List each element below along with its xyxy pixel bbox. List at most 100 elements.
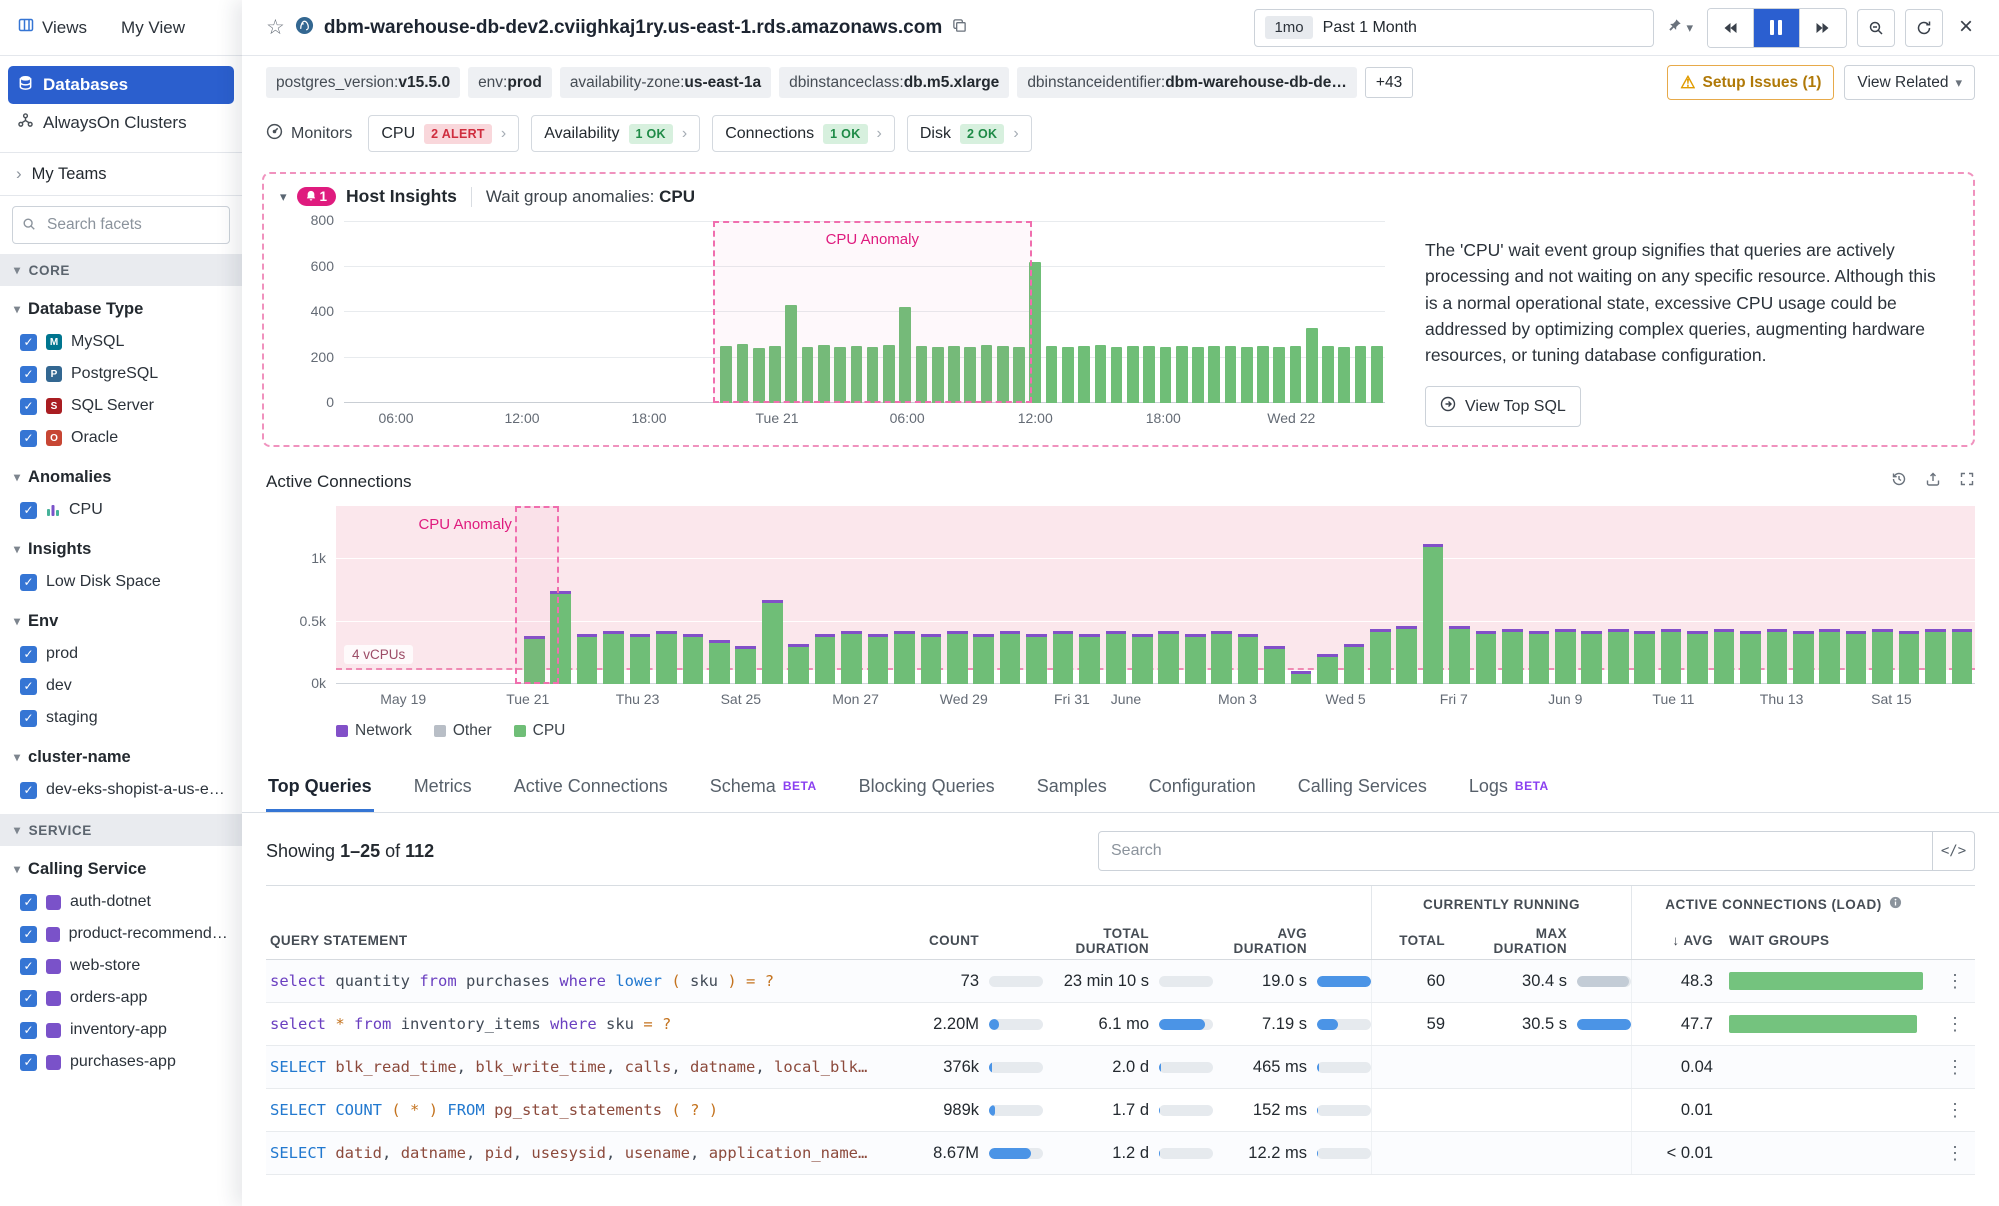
sidebar-item-alwayson-clusters[interactable]: AlwaysOn Clusters (8, 104, 234, 142)
table-row[interactable]: SELECT datid, datname, pid, usesysid, us… (266, 1132, 1975, 1175)
checkbox-checked[interactable]: ✓ (20, 990, 37, 1007)
export-icon[interactable] (1925, 471, 1941, 492)
facet-item-low-disk-space[interactable]: ✓Low Disk Space (0, 566, 242, 598)
facet-item-cpu[interactable]: ✓CPU (0, 494, 242, 526)
close-icon[interactable]: × (1953, 13, 1975, 43)
query-statement[interactable]: SELECT blk_read_time, blk_write_time, ca… (266, 1058, 903, 1076)
sidebar-item-my-teams[interactable]: › My Teams (0, 152, 242, 196)
facet-group-header[interactable]: ▾Env (0, 604, 242, 638)
monitor-pill-cpu[interactable]: CPU2 ALERT› (368, 115, 519, 152)
checkbox-checked[interactable]: ✓ (20, 334, 37, 351)
tab-samples[interactable]: Samples (1035, 762, 1109, 812)
copy-icon[interactable] (952, 18, 967, 38)
facet-item-inventory-app[interactable]: ✓inventory-app (0, 1014, 242, 1046)
tab-schema[interactable]: SchemaBETA (708, 762, 819, 812)
monitor-pill-availability[interactable]: Availability1 OK› (531, 115, 700, 152)
checkbox-checked[interactable]: ✓ (20, 646, 37, 663)
facet-item-orders-app[interactable]: ✓orders-app (0, 982, 242, 1014)
facet-item-sql-server[interactable]: ✓SSQL Server (0, 390, 242, 422)
checkbox-checked[interactable]: ✓ (20, 398, 37, 415)
monitor-pill-connections[interactable]: Connections1 OK› (712, 115, 895, 152)
checkbox-checked[interactable]: ✓ (20, 430, 37, 447)
facet-item-product-recommendati[interactable]: ✓product-recommendati… (0, 918, 242, 950)
row-menu-button[interactable]: ⋮ (1935, 1057, 1975, 1078)
query-search-input[interactable] (1099, 842, 1932, 860)
facet-group-header[interactable]: ▾Calling Service (0, 852, 242, 886)
timeframe-selector[interactable]: 1mo Past 1 Month (1254, 9, 1654, 47)
facet-item-oracle[interactable]: ✓OOracle (0, 422, 242, 454)
zoom-out-button[interactable] (1857, 9, 1895, 47)
col-load-avg[interactable]: ↓ AVG (1631, 922, 1723, 959)
facet-item-postgresql[interactable]: ✓PPostgreSQL (0, 358, 242, 390)
query-statement[interactable]: SELECT COUNT ( * ) FROM pg_stat_statemen… (266, 1101, 903, 1119)
col-query-statement[interactable]: QUERY STATEMENT (266, 933, 903, 948)
facet-item-purchases-app[interactable]: ✓purchases-app (0, 1046, 242, 1078)
view-top-sql-button[interactable]: View Top SQL (1425, 386, 1581, 427)
monitor-pill-disk[interactable]: Disk2 OK› (907, 115, 1032, 152)
table-row[interactable]: select * from inventory_items where sku … (266, 1003, 1975, 1046)
legend-item-other[interactable]: Other (434, 722, 492, 740)
facet-item-dev-eks-shopist-a-us-eas[interactable]: ✓dev-eks-shopist-a-us-eas… (0, 774, 242, 806)
refresh-button[interactable] (1905, 9, 1943, 47)
checkbox-checked[interactable]: ✓ (20, 1022, 37, 1039)
sidebar-item-databases[interactable]: Databases (8, 66, 234, 104)
row-menu-button[interactable]: ⋮ (1935, 1014, 1975, 1035)
facet-section-header-core[interactable]: ▾CORE (0, 254, 242, 286)
col-wait-groups[interactable]: WAIT GROUPS (1723, 933, 1935, 948)
table-row[interactable]: SELECT blk_read_time, blk_write_time, ca… (266, 1046, 1975, 1089)
facet-item-auth-dotnet[interactable]: ✓auth-dotnet (0, 886, 242, 918)
favorite-star-icon[interactable]: ☆ (266, 15, 285, 40)
facet-section-header-service[interactable]: ▾SERVICE (0, 814, 242, 846)
table-row[interactable]: SELECT COUNT ( * ) FROM pg_stat_statemen… (266, 1089, 1975, 1132)
tab-metrics[interactable]: Metrics (412, 762, 474, 812)
checkbox-checked[interactable]: ✓ (20, 710, 37, 727)
row-menu-button[interactable]: ⋮ (1935, 1143, 1975, 1164)
expand-icon[interactable] (1959, 471, 1975, 492)
checkbox-checked[interactable]: ✓ (20, 678, 37, 695)
pause-button[interactable] (1754, 9, 1800, 47)
scrub-forward-button[interactable] (1800, 9, 1846, 47)
code-view-button[interactable]: </> (1933, 831, 1975, 871)
checkbox-checked[interactable]: ✓ (20, 366, 37, 383)
facet-group-header[interactable]: ▾Insights (0, 532, 242, 566)
facet-group-header[interactable]: ▾Anomalies (0, 460, 242, 494)
tab-calling-services[interactable]: Calling Services (1296, 762, 1429, 812)
col-avg-duration[interactable]: AVG DURATION (1213, 926, 1371, 956)
checkbox-checked[interactable]: ✓ (20, 502, 37, 519)
tab-active-connections[interactable]: Active Connections (512, 762, 670, 812)
tab-blocking-queries[interactable]: Blocking Queries (857, 762, 997, 812)
query-statement[interactable]: select * from inventory_items where sku … (266, 1015, 903, 1033)
tag-availability-zone[interactable]: availability-zone:us-east-1a (560, 67, 771, 98)
tab-views[interactable]: Views (18, 17, 87, 38)
query-statement[interactable]: SELECT datid, datname, pid, usesysid, us… (266, 1144, 903, 1162)
scrub-backward-button[interactable] (1708, 9, 1754, 47)
facet-search-input[interactable] (12, 206, 230, 244)
tab-top-queries[interactable]: Top Queries (266, 762, 374, 812)
checkbox-checked[interactable]: ✓ (20, 926, 37, 943)
facet-item-dev[interactable]: ✓dev (0, 670, 242, 702)
tab-my-view[interactable]: My View (121, 18, 185, 38)
facet-group-header[interactable]: ▾Database Type (0, 292, 242, 326)
facet-item-prod[interactable]: ✓prod (0, 638, 242, 670)
tag-dbinstanceidentifier[interactable]: dbinstanceidentifier:dbm-warehouse-db-de… (1017, 67, 1357, 98)
legend-item-network[interactable]: Network (336, 722, 412, 740)
active-connections-plot[interactable]: 0k0.5k1k4 vCPUsCPU Anomaly (336, 506, 1975, 684)
tab-logs[interactable]: LogsBETA (1467, 762, 1551, 812)
row-menu-button[interactable]: ⋮ (1935, 1100, 1975, 1121)
setup-issues-button[interactable]: ⚠ Setup Issues (1) (1667, 65, 1834, 100)
facet-item-staging[interactable]: ✓staging (0, 702, 242, 734)
col-count[interactable]: COUNT (903, 933, 1043, 948)
checkbox-checked[interactable]: ✓ (20, 958, 37, 975)
col-total-duration[interactable]: TOTAL DURATION (1043, 926, 1213, 956)
table-row[interactable]: select quantity from purchases where low… (266, 960, 1975, 1003)
info-icon[interactable] (1889, 896, 1902, 912)
col-running-total[interactable]: TOTAL (1371, 922, 1463, 959)
collapse-chevron-icon[interactable]: ▾ (280, 189, 287, 205)
legend-item-cpu[interactable]: CPU (514, 722, 566, 740)
pin-button[interactable]: ▾ (1664, 14, 1697, 41)
tab-configuration[interactable]: Configuration (1147, 762, 1258, 812)
facet-item-mysql[interactable]: ✓MMySQL (0, 326, 242, 358)
query-statement[interactable]: select quantity from purchases where low… (266, 972, 903, 990)
checkbox-checked[interactable]: ✓ (20, 1054, 37, 1071)
facet-item-web-store[interactable]: ✓web-store (0, 950, 242, 982)
